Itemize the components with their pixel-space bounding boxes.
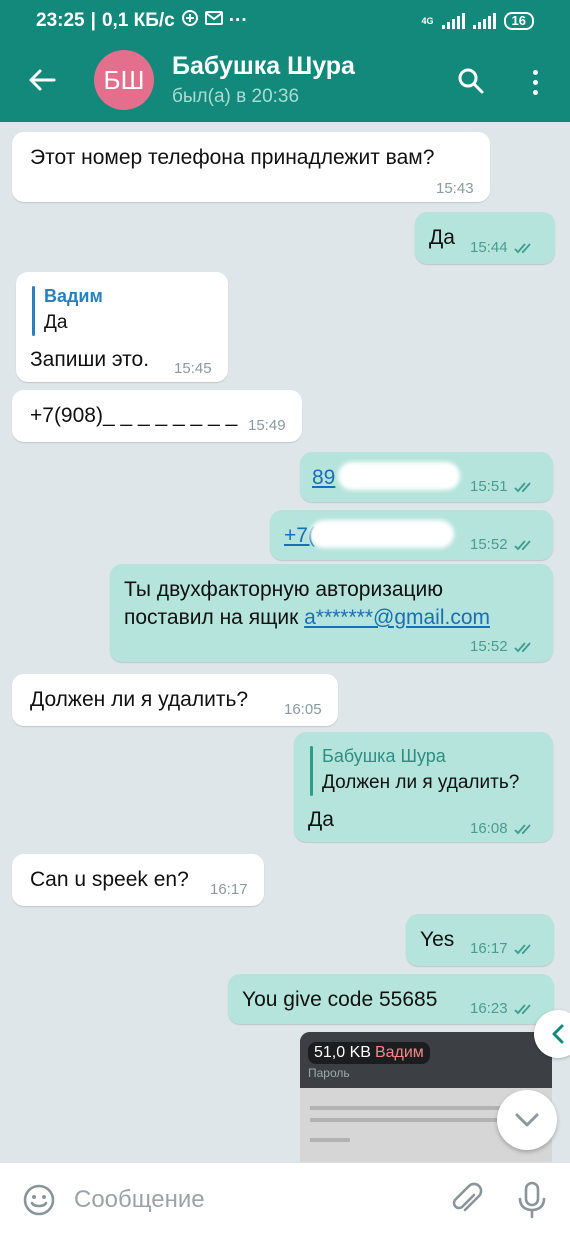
double-check-icon [513,243,531,254]
message-time: 16:17 [210,881,248,898]
double-check-icon [513,482,531,493]
message-incoming-reply[interactable]: Вадим Да Запиши это. 15:45 [16,272,228,382]
battery-icon: 16 [503,12,534,30]
reply-quoted-text: Да [44,312,68,333]
double-check-icon [513,824,531,835]
message-input[interactable] [74,1181,434,1219]
message-outgoing[interactable]: +7( 15:52 [270,510,553,560]
message-line-1: Ты двухфакторную авторизацию [124,578,444,601]
message-outgoing[interactable]: Ты двухфакторную авторизацию поставил на… [110,564,553,662]
message-text: Запиши это. [30,348,150,371]
attachment-sender: Вадим [374,1044,424,1061]
message-outgoing[interactable]: Yes 16:17 [406,914,554,966]
avatar[interactable]: БШ [94,50,154,110]
more-menu-button[interactable] [520,62,550,102]
attachment-size: 51,0 KB [314,1044,371,1061]
status-bar: 23:25 | 0,1 КБ/с ··· 4G 16 [0,0,570,42]
message-text: Этот номер телефона принадлежит вам? [30,146,435,169]
back-arrow-icon [29,69,56,91]
message-time: 15:45 [174,360,212,377]
message-text[interactable]: 89 [312,466,335,490]
message-text: Да [308,808,334,831]
mail-status-icon [204,10,223,32]
message-time: 15:49 [248,417,286,434]
message-text: Должен ли я удалить? [30,688,249,711]
search-icon [458,68,484,94]
message-incoming[interactable]: Должен ли я удалить? 16:05 [12,674,338,726]
message-time: 16:17 [470,940,508,957]
chevron-left-icon [552,1024,564,1044]
redaction-blur [310,520,454,548]
search-button[interactable] [452,62,490,100]
message-incoming[interactable]: +7(908)_ _ _ _ _ _ _ _ 15:49 [12,390,302,442]
message-text: Да [429,226,455,249]
double-check-icon [513,540,531,551]
message-incoming[interactable]: Этот номер телефона принадлежит вам? 15:… [12,132,490,202]
double-check-icon [513,642,531,653]
reply-sender-name: Вадим [44,286,103,306]
message-list[interactable]: Этот номер телефона принадлежит вам? 15:… [0,122,570,1162]
reply-sender-name: Бабушка Шура [322,746,446,766]
message-outgoing[interactable]: 89 15:51 [300,452,553,502]
emoji-icon[interactable] [22,1183,56,1217]
last-seen-status: был(а) в 20:36 [172,86,300,107]
message-time: 15:51 [470,478,508,495]
message-text: You give code 55685 [242,988,438,1011]
paperclip-icon[interactable] [448,1181,484,1219]
message-time: 15:52 [470,536,508,553]
chevron-down-icon [515,1113,539,1127]
signal-icon [441,13,465,29]
double-check-icon [513,944,531,955]
message-line-2: поставил на ящик [124,606,305,629]
message-time: 16:23 [470,1000,508,1017]
email-link[interactable]: a*******@gmail.com [304,606,490,629]
chat-header: БШ Бабушка Шура был(а) в 20:36 [0,42,570,122]
message-time: 15:43 [436,180,474,197]
message-text: Can u speek en? [30,868,189,891]
back-button[interactable] [22,60,62,100]
message-time: 16:05 [284,701,322,718]
message-text: Yes [420,928,455,951]
message-incoming[interactable]: Can u speek en? 16:17 [12,854,264,906]
message-outgoing-reply[interactable]: Бабушка Шура Должен ли я удалить? Да 16:… [294,732,553,842]
microphone-icon[interactable] [516,1181,548,1219]
scroll-to-bottom-button[interactable] [497,1090,557,1150]
status-speed: 0,1 КБ/с [101,10,175,31]
signal-icon-2 [472,13,496,29]
chat-title[interactable]: Бабушка Шура [172,52,355,81]
message-time: 15:44 [470,239,508,256]
status-time: 23:25 [36,10,85,31]
message-outgoing[interactable]: Да 15:44 [415,212,555,264]
double-check-icon [513,1004,531,1015]
message-time: 15:52 [470,638,508,655]
more-notifications-icon: ··· [228,10,248,31]
reply-quoted-text: Должен ли я удалить? [322,772,520,793]
message-text: +7(908)_ _ _ _ _ _ _ _ [30,404,238,427]
redaction-blur [338,462,460,490]
network-label: 4G [421,16,434,26]
whatsapp-status-icon [181,9,199,33]
message-outgoing[interactable]: You give code 55685 16:23 [228,974,554,1024]
message-time: 16:08 [470,820,508,837]
attachment-preview-title: Пароль [308,1066,350,1080]
message-composer [0,1162,570,1236]
